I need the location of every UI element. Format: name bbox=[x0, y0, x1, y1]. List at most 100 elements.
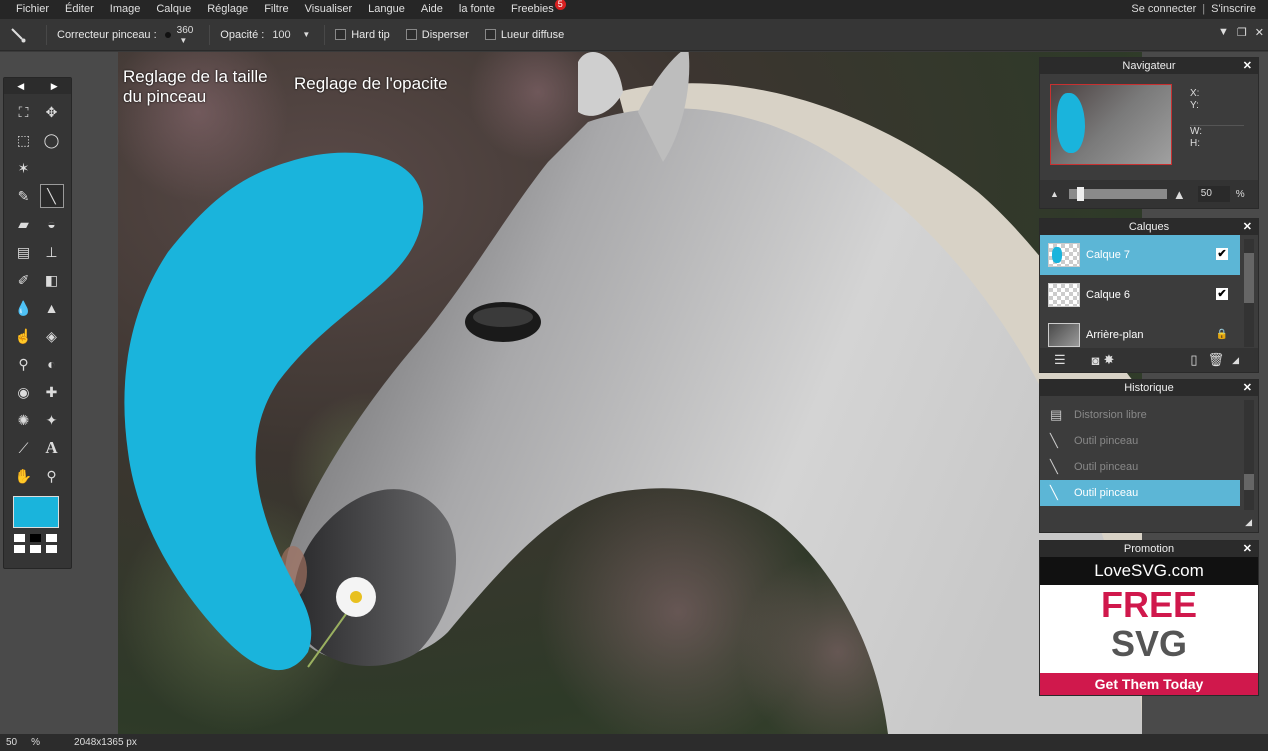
shape-icon[interactable]: ◧ bbox=[40, 268, 64, 292]
menu-langue[interactable]: Langue bbox=[360, 0, 413, 19]
color-replace-icon[interactable]: ✐ bbox=[12, 268, 36, 292]
register-link[interactable]: S'inscrire bbox=[1211, 0, 1256, 19]
close-icon[interactable]: ✕ bbox=[1243, 541, 1252, 557]
zoom-icon[interactable]: ⚲ bbox=[40, 464, 64, 488]
brush-size-picker[interactable]: 360 ▼ bbox=[164, 24, 193, 45]
history-item[interactable]: ╲ Outil pinceau bbox=[1040, 428, 1240, 454]
magic-wand-icon[interactable]: ✶ bbox=[12, 156, 36, 180]
crop-icon[interactable]: ⛶ bbox=[12, 100, 36, 124]
opacity-input[interactable]: 100 bbox=[272, 29, 298, 41]
layer-mask-icon[interactable]: ◙ bbox=[1092, 353, 1100, 368]
menu-la-fonte[interactable]: la fonte bbox=[451, 0, 503, 19]
bloat-icon[interactable]: ✺ bbox=[12, 408, 36, 432]
burn-icon[interactable]: ◐ bbox=[40, 352, 64, 376]
menu-visualiser[interactable]: Visualiser bbox=[297, 0, 361, 19]
resize-icon[interactable]: ◢ bbox=[1232, 355, 1239, 366]
hand-icon[interactable]: ✋ bbox=[12, 464, 36, 488]
horse-photo bbox=[118, 52, 1142, 734]
color-picker-icon[interactable]: ⟋ bbox=[12, 436, 36, 460]
history-scrollbar[interactable] bbox=[1244, 400, 1254, 510]
close-icon[interactable]: ✕ bbox=[1243, 219, 1252, 235]
layers-scrollbar[interactable] bbox=[1244, 239, 1254, 347]
promo-headline-1: FREE bbox=[1100, 584, 1197, 625]
glow-checkbox[interactable]: Lueur diffuse bbox=[484, 28, 565, 41]
arrow-left-icon[interactable]: ◀ bbox=[17, 81, 24, 92]
visibility-checkbox[interactable]: ✔ bbox=[1216, 288, 1228, 300]
pencil-icon[interactable]: ✎ bbox=[12, 184, 36, 208]
menu-editer[interactable]: Éditer bbox=[57, 0, 102, 19]
layer-name: Arrière-plan bbox=[1086, 329, 1144, 341]
login-link[interactable]: Se connecter bbox=[1131, 0, 1196, 19]
sharpen-icon[interactable]: ▲ bbox=[40, 296, 64, 320]
visibility-checkbox[interactable]: ✔ bbox=[1216, 248, 1228, 260]
close-icon[interactable]: ✕ bbox=[1255, 26, 1264, 39]
scrollbar-thumb[interactable] bbox=[1244, 253, 1254, 303]
smudge-icon[interactable]: ☝ bbox=[12, 324, 36, 348]
eraser-icon[interactable]: ▰ bbox=[12, 212, 36, 236]
history-item[interactable]: ▤ Distorsion libre bbox=[1040, 402, 1240, 428]
checkbox-icon bbox=[484, 29, 496, 40]
resize-icon[interactable]: ◢ bbox=[1245, 517, 1252, 528]
x-label: X: bbox=[1190, 88, 1200, 99]
status-zoom[interactable]: 50 bbox=[6, 737, 17, 748]
zoom-slider-handle[interactable] bbox=[1076, 187, 1084, 201]
layer-row[interactable]: Calque 6 ✔ bbox=[1040, 275, 1240, 315]
annotation-opacity: Reglage de l'opacite bbox=[294, 74, 448, 93]
move-icon[interactable]: ✥ bbox=[40, 100, 64, 124]
gradient-icon[interactable]: ▤ bbox=[12, 240, 36, 264]
layer-row[interactable]: Calque 7 ✔ bbox=[1040, 235, 1240, 275]
menu-freebies[interactable]: Freebies 5 bbox=[503, 0, 574, 19]
delete-layer-icon[interactable]: 🗑 bbox=[1208, 352, 1225, 368]
brush-preview-icon bbox=[164, 31, 171, 38]
layer-settings-icon[interactable]: ☰ bbox=[1054, 352, 1066, 368]
dodge-icon[interactable]: ⚲ bbox=[12, 352, 36, 376]
close-icon[interactable]: ✕ bbox=[1243, 380, 1252, 396]
current-tool-brush-icon[interactable] bbox=[0, 26, 36, 44]
clone-stamp-icon[interactable]: ⊥ bbox=[40, 240, 64, 264]
image-canvas[interactable]: Reglage de la taille du pinceau Reglage … bbox=[118, 52, 1142, 734]
menu-filtre[interactable]: Filtre bbox=[256, 0, 296, 19]
scrollbar-thumb[interactable] bbox=[1244, 474, 1254, 490]
zoom-slider[interactable] bbox=[1068, 187, 1167, 201]
close-icon[interactable]: ✕ bbox=[1243, 58, 1252, 74]
dropdown-icon[interactable]: ▼ bbox=[1218, 26, 1229, 39]
default-color-swatches[interactable] bbox=[14, 534, 58, 553]
promotion-title: Promotion ✕ bbox=[1040, 541, 1258, 557]
restore-icon[interactable]: ❐ bbox=[1237, 26, 1247, 39]
red-eye-icon[interactable]: ◉ bbox=[12, 380, 36, 404]
zoom-input[interactable]: 50 bbox=[1197, 186, 1230, 202]
hard-tip-checkbox[interactable]: Hard tip bbox=[335, 29, 390, 41]
sponge-icon[interactable]: ◈ bbox=[40, 324, 64, 348]
promotion-panel: Promotion ✕ LoveSVG.com FREE SVG Get Them… bbox=[1039, 540, 1259, 696]
brush-icon[interactable]: ╲ bbox=[39, 184, 64, 208]
marquee-icon[interactable]: ⬚ bbox=[12, 128, 36, 152]
zoom-out-icon[interactable]: ▲ bbox=[1050, 189, 1059, 199]
menu-fichier[interactable]: Fichier bbox=[0, 0, 57, 19]
scatter-checkbox[interactable]: Disperser bbox=[405, 29, 469, 41]
promo-banner[interactable]: LoveSVG.com FREE SVG Get Them Today bbox=[1040, 557, 1258, 695]
y-label: Y: bbox=[1190, 100, 1199, 111]
navigator-title: Navigateur ✕ bbox=[1040, 58, 1258, 74]
lasso-icon[interactable]: ◯ bbox=[40, 128, 64, 152]
layer-fx-icon[interactable]: ✸ bbox=[1104, 352, 1115, 368]
menu-image[interactable]: Image bbox=[102, 0, 149, 19]
history-item[interactable]: ╲ Outil pinceau bbox=[1040, 454, 1240, 480]
paint-bucket-icon[interactable]: ◒ bbox=[40, 212, 64, 236]
history-item[interactable]: ╲ Outil pinceau bbox=[1040, 480, 1240, 506]
navigator-thumbnail[interactable] bbox=[1050, 84, 1172, 165]
chevron-down-icon[interactable]: ▼ bbox=[302, 30, 310, 39]
zoom-in-icon[interactable]: ▲ bbox=[1173, 187, 1186, 202]
blur-icon[interactable]: 💧 bbox=[12, 296, 36, 320]
foreground-color-swatch[interactable] bbox=[13, 496, 59, 528]
spot-heal-icon[interactable]: ✚ bbox=[40, 380, 64, 404]
menu-aide[interactable]: Aide bbox=[413, 0, 451, 19]
menu-calque[interactable]: Calque bbox=[148, 0, 199, 19]
new-layer-icon[interactable]: ▯ bbox=[1190, 352, 1197, 368]
pinch-icon[interactable]: ✦ bbox=[40, 408, 64, 432]
arrow-right-icon[interactable]: ▶ bbox=[51, 81, 58, 92]
menu-reglage[interactable]: Réglage bbox=[199, 0, 256, 19]
promo-cta[interactable]: Get Them Today bbox=[1040, 673, 1258, 695]
type-icon[interactable]: A bbox=[40, 436, 64, 460]
glow-label: Lueur diffuse bbox=[500, 28, 565, 41]
layers-panel: Calques ✕ Calque 7 ✔ Calque 6 ✔ Arrière-p… bbox=[1039, 218, 1259, 373]
